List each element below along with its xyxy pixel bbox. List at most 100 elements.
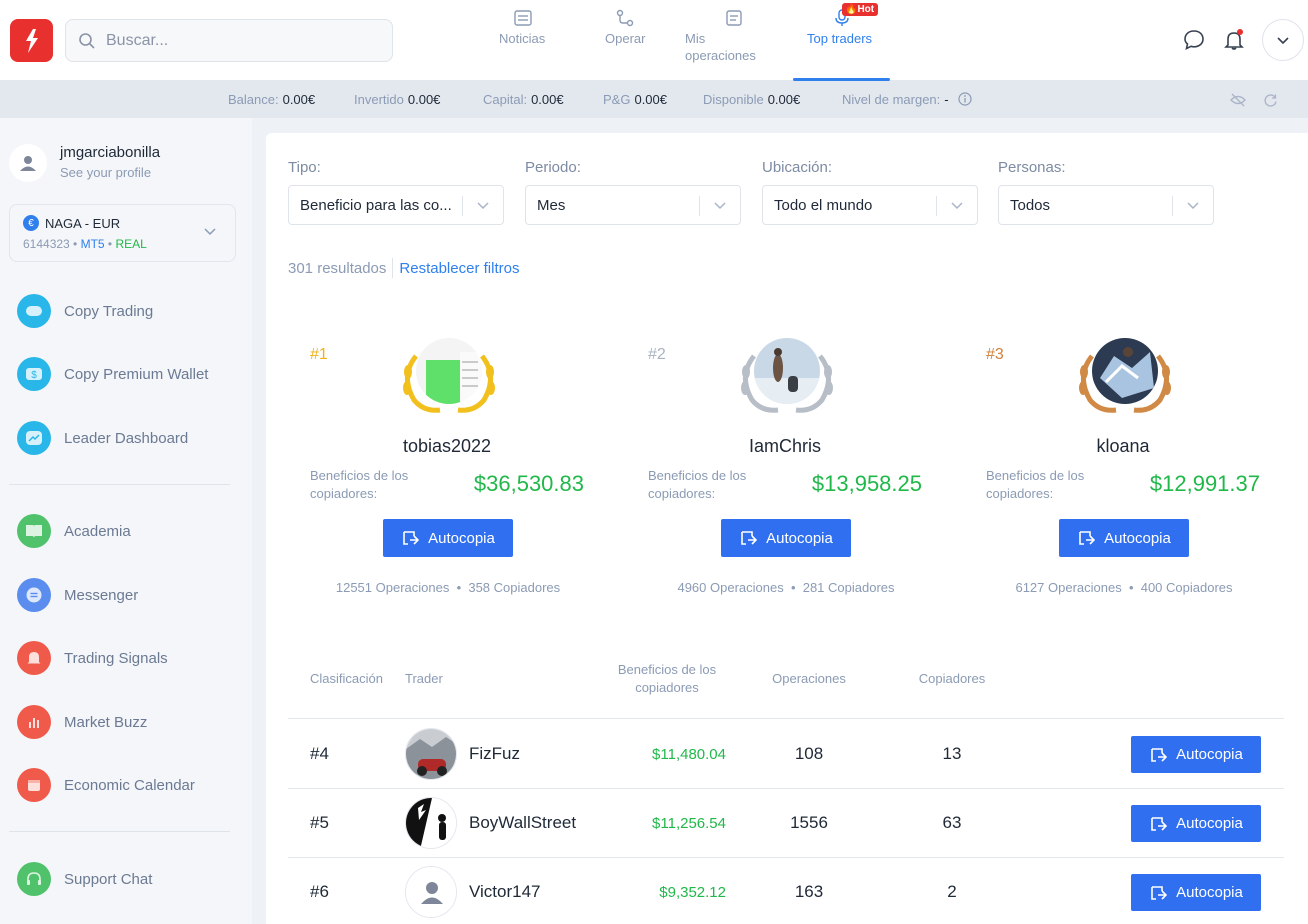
user-profile[interactable]: jmgarciabonilla See your profile (9, 144, 160, 182)
avatar[interactable] (405, 728, 457, 780)
copy-icon (1151, 816, 1168, 831)
results-count: 301 resultados (288, 259, 387, 277)
table-row: #4 FizFuz $11,480.04 108 13 Autocopia (288, 720, 1284, 788)
sidebar-item-label: Trading Signals (64, 649, 168, 667)
podium-rank: #3 (986, 346, 1004, 363)
trader-name[interactable]: IamChris (648, 436, 922, 457)
autocopy-button[interactable]: Autocopia (1131, 736, 1261, 773)
nav-label-line1: Mis (685, 31, 706, 46)
nav-label: Noticias (499, 31, 546, 46)
search-box[interactable] (65, 19, 393, 62)
operations-cell: 163 (794, 882, 824, 901)
column-header-copiers: Copiadores (918, 671, 986, 686)
filter-label: Tipo: (288, 159, 321, 176)
filter-ubicacion: Ubicación: Todo el mundo (762, 159, 978, 225)
nav-label-line2: operaciones (685, 48, 756, 63)
sidebar-item-label: Copy Premium Wallet (64, 365, 209, 383)
trader-photo[interactable] (754, 338, 820, 404)
avatar[interactable] (405, 797, 457, 849)
rank-cell: #4 (310, 744, 329, 763)
filter-select[interactable]: Todo el mundo (762, 185, 978, 225)
account-selector[interactable]: € NAGA - EUR 6144323 • MT5 • REAL (9, 204, 236, 262)
copy-icon (741, 531, 758, 545)
podium-card-3: #3 kloana Beneficios de los copiadores: … (986, 338, 1286, 598)
info-icon[interactable] (958, 92, 972, 106)
chevron-down-icon (951, 202, 963, 210)
chart-icon (17, 705, 51, 739)
reset-filters-link[interactable]: Restablecer filtros (399, 260, 519, 277)
chat-icon[interactable] (1183, 29, 1205, 51)
filter-label: Ubicación: (762, 159, 833, 176)
rank-cell: #5 (310, 813, 329, 832)
autocopy-button[interactable]: Autocopia (1131, 874, 1261, 911)
sidebar-item-messenger[interactable]: Messenger (17, 577, 138, 613)
trader-photo[interactable] (1092, 338, 1158, 404)
top-bar: Noticias Operar Mis operaciones Top trad… (0, 0, 1308, 81)
account-name: € NAGA - EUR (23, 215, 120, 231)
search-input[interactable] (106, 31, 366, 50)
autocopy-button[interactable]: Autocopia (1131, 805, 1261, 842)
autocopy-button[interactable]: Autocopia (1059, 519, 1189, 557)
sidebar-item-label: Market Buzz (64, 713, 148, 731)
trader-name[interactable]: tobias2022 (310, 436, 584, 457)
copy-trading-icon (17, 294, 51, 328)
filter-select[interactable]: Mes (525, 185, 741, 225)
table-row: #5 BoyWallStreet $11,256.54 1556 63 Auto… (288, 789, 1284, 857)
sidebar-item-label: Economic Calendar (64, 776, 195, 794)
avatar[interactable] (405, 866, 457, 918)
operations-icon (726, 10, 742, 26)
table-row: #6 Victor147 $9,352.12 163 2 Autocopia (288, 858, 1284, 924)
naga-logo[interactable] (10, 19, 53, 62)
notification-bell-icon[interactable] (1223, 29, 1245, 51)
sidebar-divider (9, 484, 230, 485)
sidebar-item-economic-calendar[interactable]: Economic Calendar (17, 767, 195, 803)
sidebar-item-copy-trading[interactable]: Copy Trading (17, 293, 153, 329)
trader-stats: 4960 Operaciones • 281 Copiadores (677, 580, 895, 595)
sidebar-item-leader-dashboard[interactable]: Leader Dashboard (17, 420, 188, 456)
wallet-icon: $ (17, 357, 51, 391)
benefit-label: Beneficios de los copiadores: (648, 468, 747, 501)
avatar[interactable] (9, 144, 47, 182)
filter-tipo: Tipo: Beneficio para las co... (288, 159, 504, 225)
nav-label: Top traders (807, 31, 873, 46)
hide-balance-icon[interactable] (1230, 93, 1246, 107)
filter-select[interactable]: Todos (998, 185, 1214, 225)
autocopy-button[interactable]: Autocopia (721, 519, 851, 557)
chevron-down-icon (1277, 37, 1289, 45)
nav-noticias[interactable]: Noticias (499, 8, 545, 47)
filter-label: Periodo: (525, 159, 581, 176)
user-icon (20, 156, 36, 171)
balance-item: Balance: 0.00€ (228, 92, 316, 107)
nav-operar[interactable]: Operar (605, 8, 645, 47)
sidebar-item-academia[interactable]: Academia (17, 513, 131, 549)
available-item: Disponible 0.00€ (703, 92, 801, 107)
trader-name[interactable]: kloana (986, 436, 1260, 457)
account-menu-button[interactable] (1262, 19, 1304, 61)
trader-name[interactable]: Victor147 (469, 882, 541, 902)
profile-link[interactable]: See your profile (60, 165, 151, 180)
trader-stats: 6127 Operaciones • 400 Copiadores (1015, 580, 1233, 595)
top-traders-panel: Tipo: Beneficio para las co... Periodo: … (266, 133, 1308, 924)
calendar-icon (17, 768, 51, 802)
podium-card-1: #1 tobias2022 Beneficios de los copiador… (310, 338, 610, 598)
trader-name[interactable]: FizFuz (469, 744, 520, 764)
sidebar-item-trading-signals[interactable]: Trading Signals (17, 640, 168, 676)
sidebar-item-market-buzz[interactable]: Market Buzz (17, 704, 147, 740)
rank-cell: #6 (310, 882, 329, 901)
trader-photo[interactable] (416, 338, 482, 404)
flame-logo-icon (25, 28, 38, 53)
autocopy-button[interactable]: Autocopia (383, 519, 513, 557)
chevron-down-icon (204, 228, 216, 236)
refresh-icon[interactable] (1263, 93, 1278, 108)
sidebar-item-support-chat[interactable]: Support Chat (17, 861, 152, 897)
svg-text:$: $ (31, 370, 37, 381)
trader-name[interactable]: BoyWallStreet (469, 813, 576, 833)
column-header-benefit: Beneficios de los copiadores (617, 662, 717, 695)
nav-mis-operaciones[interactable]: Mis operaciones (685, 8, 756, 64)
sidebar-divider (9, 831, 230, 832)
sidebar-item-copy-premium-wallet[interactable]: $ Copy Premium Wallet (17, 356, 208, 392)
filter-select[interactable]: Beneficio para las co... (288, 185, 504, 225)
account-details: 6144323 • MT5 • REAL (23, 237, 147, 251)
news-icon (514, 10, 532, 26)
column-header-operations: Operaciones (772, 671, 846, 686)
